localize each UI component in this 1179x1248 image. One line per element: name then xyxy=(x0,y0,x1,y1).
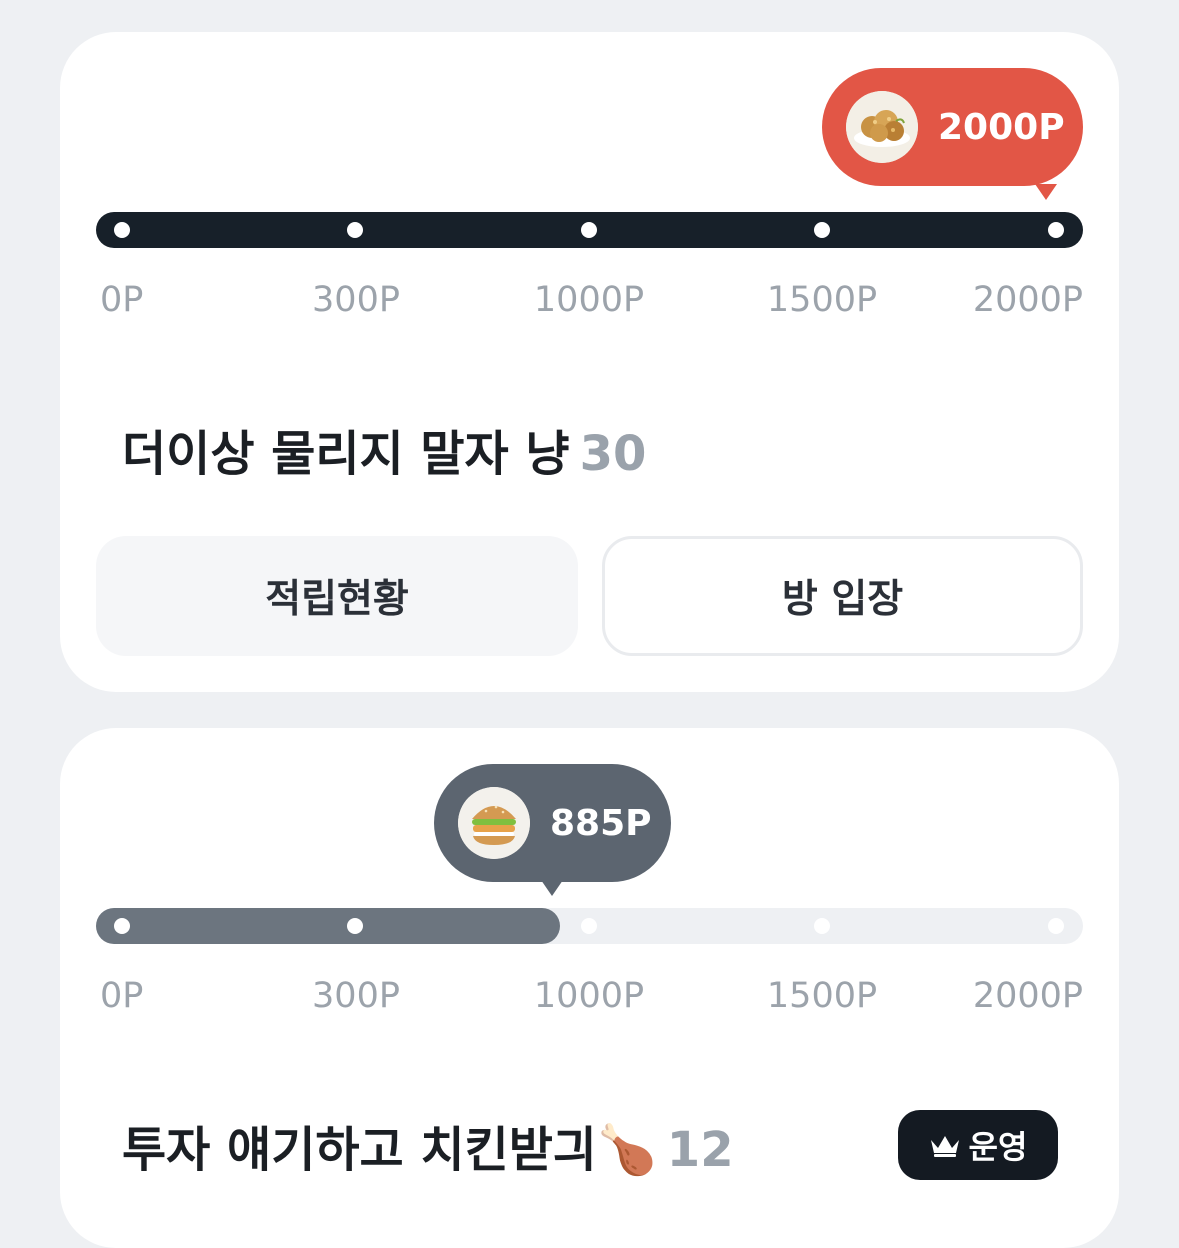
tick-label: 300P xyxy=(312,280,400,320)
room-title: 더이상 물리지 말자 냥 xyxy=(122,426,570,482)
bubble-tail xyxy=(541,880,563,896)
tick-label: 300P xyxy=(312,976,400,1016)
progress-dot xyxy=(814,222,830,238)
room-card: 2000P 0P 300P 1000P 1500P 2000P 더이상 물리지 … xyxy=(60,32,1119,692)
progress-dot xyxy=(814,918,830,934)
operator-badge: 운영 xyxy=(898,1110,1058,1180)
chicken-burger-icon xyxy=(458,787,530,859)
reward-bubble: 885P xyxy=(434,764,671,896)
progress-track xyxy=(96,212,1083,248)
room-card: 885P 0P 300P 1000P 1500P 2000P 투자 얘기하고 치… xyxy=(60,728,1119,1248)
tick-label: 0P xyxy=(100,280,144,320)
progress-dot xyxy=(581,222,597,238)
progress-fill xyxy=(96,908,560,944)
tick-label: 2000P xyxy=(972,976,1083,1016)
progress-dot xyxy=(114,918,130,934)
reward-points: 2000P xyxy=(938,106,1065,148)
tick-label: 1500P xyxy=(766,976,878,1016)
points-status-label: 적립현황 xyxy=(265,577,409,622)
points-status-button[interactable]: 적립현황 xyxy=(96,536,578,656)
enter-room-label: 방 입장 xyxy=(781,577,904,622)
tick-label: 1000P xyxy=(533,280,645,320)
operator-badge-label: 운영 xyxy=(968,1128,1028,1166)
member-count: 12 xyxy=(666,1122,734,1178)
bubble-tail xyxy=(1035,184,1057,200)
room-title: 투자 얘기하고 치킨받긔 xyxy=(122,1122,598,1178)
progress-dot xyxy=(581,918,597,934)
reward-bubble: 2000P xyxy=(822,68,1083,200)
progress-dot xyxy=(347,222,363,238)
progress-dot xyxy=(114,222,130,238)
room-title-row: 더이상 물리지 말자 냥 30 xyxy=(122,414,646,484)
tick-label: 1500P xyxy=(766,280,878,320)
crown-icon xyxy=(929,1132,961,1158)
member-count: 30 xyxy=(579,426,647,482)
progress-dot xyxy=(1048,222,1064,238)
fried-chicken-icon xyxy=(846,91,918,163)
progress-track xyxy=(96,908,1083,944)
reward-points: 885P xyxy=(550,802,652,844)
tick-label: 0P xyxy=(100,976,144,1016)
chicken-leg-icon: 🍗 xyxy=(597,1122,657,1178)
progress-dot xyxy=(347,918,363,934)
tick-label: 1000P xyxy=(533,976,645,1016)
room-title-row: 투자 얘기하고 치킨받긔🍗 12 xyxy=(122,1110,734,1180)
progress-dot xyxy=(1048,918,1064,934)
enter-room-button[interactable]: 방 입장 xyxy=(602,536,1083,656)
tick-label: 2000P xyxy=(972,280,1083,320)
